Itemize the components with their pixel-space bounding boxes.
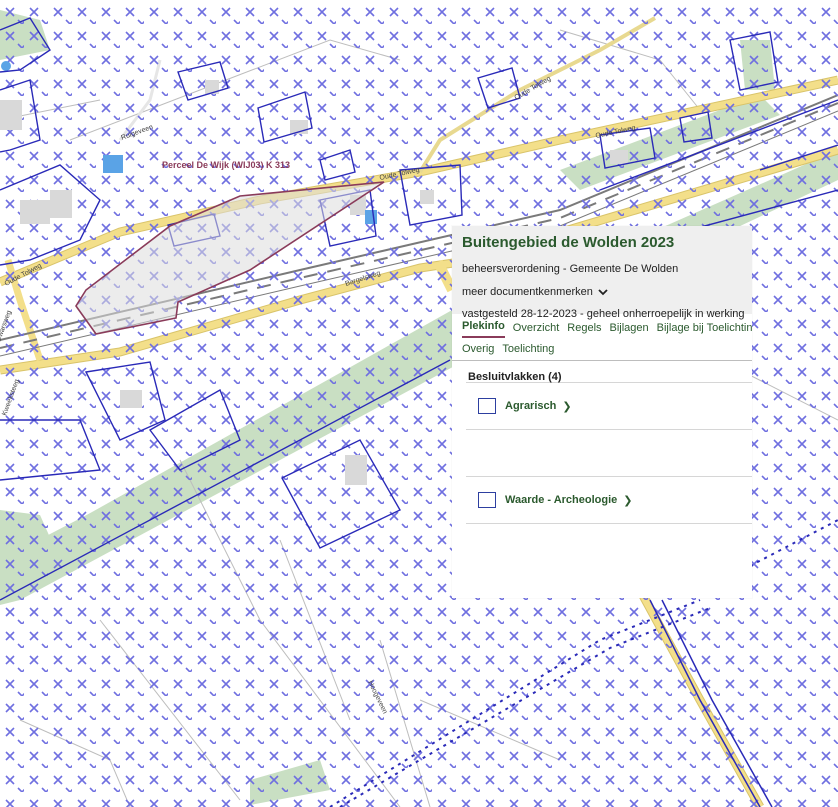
more-properties-label: meer documentkenmerken xyxy=(462,286,593,298)
list-item-empty xyxy=(466,430,752,477)
chevron-right-icon: ❯ xyxy=(623,494,633,507)
tab-toelichting[interactable]: Toelichting xyxy=(502,343,554,355)
info-panel: Buitengebied de Wolden 2023 beheersveror… xyxy=(452,226,752,598)
list-title: Besluitvlakken (4) xyxy=(466,361,752,383)
list-item-waarde-archeologie[interactable]: Waarde - Archeologie ❯ xyxy=(466,477,752,524)
list-item-label[interactable]: Agrarisch xyxy=(505,400,556,412)
tab-bar-row2: Overig Toelichting xyxy=(452,338,752,361)
tab-bijlage-bij-toelichting[interactable]: Bijlage bij Toelichting xyxy=(657,322,752,338)
chevron-right-icon: ❯ xyxy=(562,400,572,413)
tab-overig[interactable]: Overig xyxy=(462,343,494,355)
tab-regels[interactable]: Regels xyxy=(567,322,601,338)
parcel-label: Perceel De Wijk (WIJ03) K 313 xyxy=(162,160,290,170)
tab-plekinfo[interactable]: Plekinfo xyxy=(462,320,505,338)
list-item-agrarisch[interactable]: Agrarisch ❯ xyxy=(466,383,752,430)
tab-bijlagen[interactable]: Bijlagen xyxy=(610,322,649,338)
legend-swatch xyxy=(478,492,496,508)
legend-swatch xyxy=(478,398,496,414)
chevron-down-icon xyxy=(598,288,608,295)
document-subtitle: beheersverordening - Gemeente De Wolden xyxy=(462,263,679,275)
list-item-label[interactable]: Waarde - Archeologie xyxy=(505,494,617,506)
tab-overzicht[interactable]: Overzicht xyxy=(513,322,559,338)
document-status: vastgesteld 28-12-2023 - geheel onherroe… xyxy=(462,308,745,320)
more-properties-toggle[interactable]: meer documentkenmerken xyxy=(462,285,742,299)
document-title: Buitengebied de Wolden 2023 xyxy=(462,234,675,251)
document-header: Buitengebied de Wolden 2023 beheersveror… xyxy=(452,226,752,320)
